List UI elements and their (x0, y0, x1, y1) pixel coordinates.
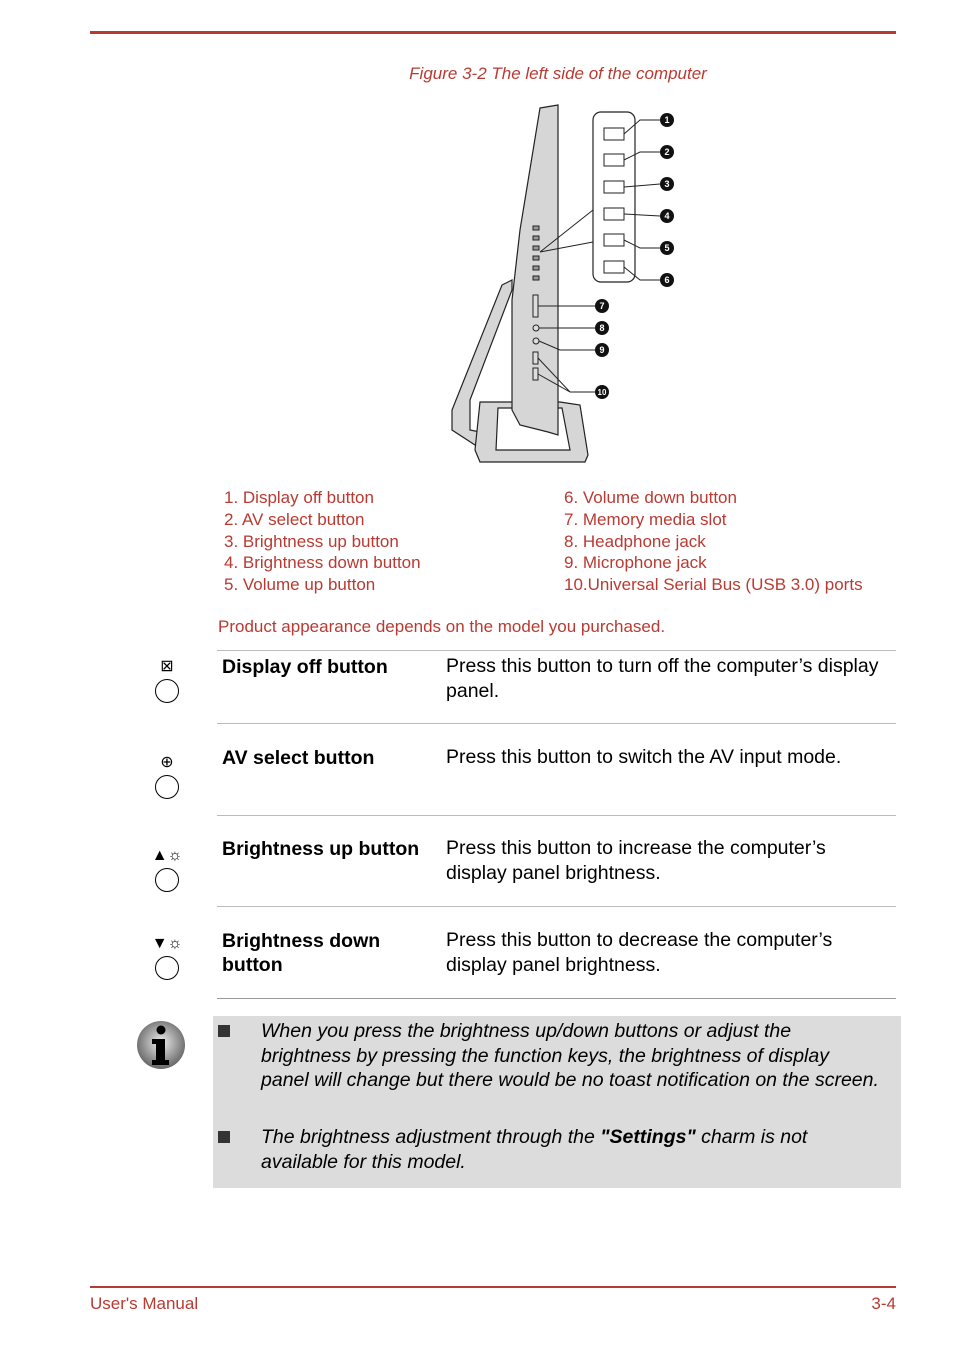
callout-3: 3 (664, 179, 669, 189)
bullet-icon (218, 1131, 230, 1143)
bullet-icon (218, 1025, 230, 1037)
callout-9: 9 (599, 345, 604, 355)
appearance-disclaimer: Product appearance depends on the model … (218, 617, 666, 636)
legend-item: 1. Display off button (224, 488, 374, 507)
av-select-icon: ⊕ (150, 755, 184, 799)
row-description: Press this button to turn off the comput… (446, 655, 879, 702)
note-item: The brightness adjustment through the "S… (261, 1126, 808, 1173)
row-description: Press this button to increase the comput… (446, 837, 826, 884)
callout-10: 10 (598, 388, 607, 397)
figure-caption: Figure 3-2 The left side of the computer (409, 64, 707, 83)
legend-item: 4. Brightness down button (224, 553, 421, 572)
callout-6: 6 (664, 275, 669, 285)
legend-item: 5. Volume up button (224, 575, 376, 594)
table-divider (217, 906, 896, 907)
table-divider (217, 650, 896, 651)
row-term: Display off button (222, 656, 388, 678)
legend-item: 10.Universal Serial Bus (USB 3.0) ports (564, 575, 863, 594)
note-item: When you press the brightness up/down bu… (261, 1020, 879, 1091)
row-description: Press this button to switch the AV input… (446, 746, 842, 768)
legend-item: 6. Volume down button (564, 488, 737, 507)
table-divider (217, 815, 896, 816)
legend-item: 3. Brightness up button (224, 532, 399, 551)
row-term: Brightness up button (222, 838, 420, 860)
row-description: Press this button to decrease the comput… (446, 929, 833, 976)
callout-7: 7 (599, 301, 604, 311)
legend-item: 7. Memory media slot (564, 510, 727, 529)
callout-2: 2 (664, 147, 669, 157)
callout-4: 4 (664, 211, 669, 221)
brightness-down-icon: ▼☼ (150, 936, 184, 980)
display-off-icon: ⊠ (150, 659, 184, 703)
callout-1: 1 (664, 115, 669, 125)
footer-rule (90, 1286, 896, 1288)
row-term: AV select button (222, 747, 375, 769)
legend-item: 9. Microphone jack (564, 553, 707, 572)
legend-item: 8. Headphone jack (564, 532, 706, 551)
table-divider (217, 998, 896, 999)
callout-5: 5 (664, 243, 669, 253)
footer-title: User's Manual (90, 1294, 199, 1313)
info-icon (137, 1021, 185, 1069)
header-rule (90, 31, 896, 34)
legend-item: 2. AV select button (224, 510, 365, 529)
table-divider (217, 723, 896, 724)
row-term: Brightness down button (222, 930, 381, 976)
manual-page: Figure 3-2 The left side of the computer… (0, 0, 954, 1345)
brightness-up-icon: ▲☼ (150, 848, 184, 892)
callout-8: 8 (599, 323, 604, 333)
page-number: 3-4 (871, 1294, 896, 1313)
computer-left-side-figure: 1 2 3 4 5 6 7 8 9 10 (451, 104, 674, 463)
